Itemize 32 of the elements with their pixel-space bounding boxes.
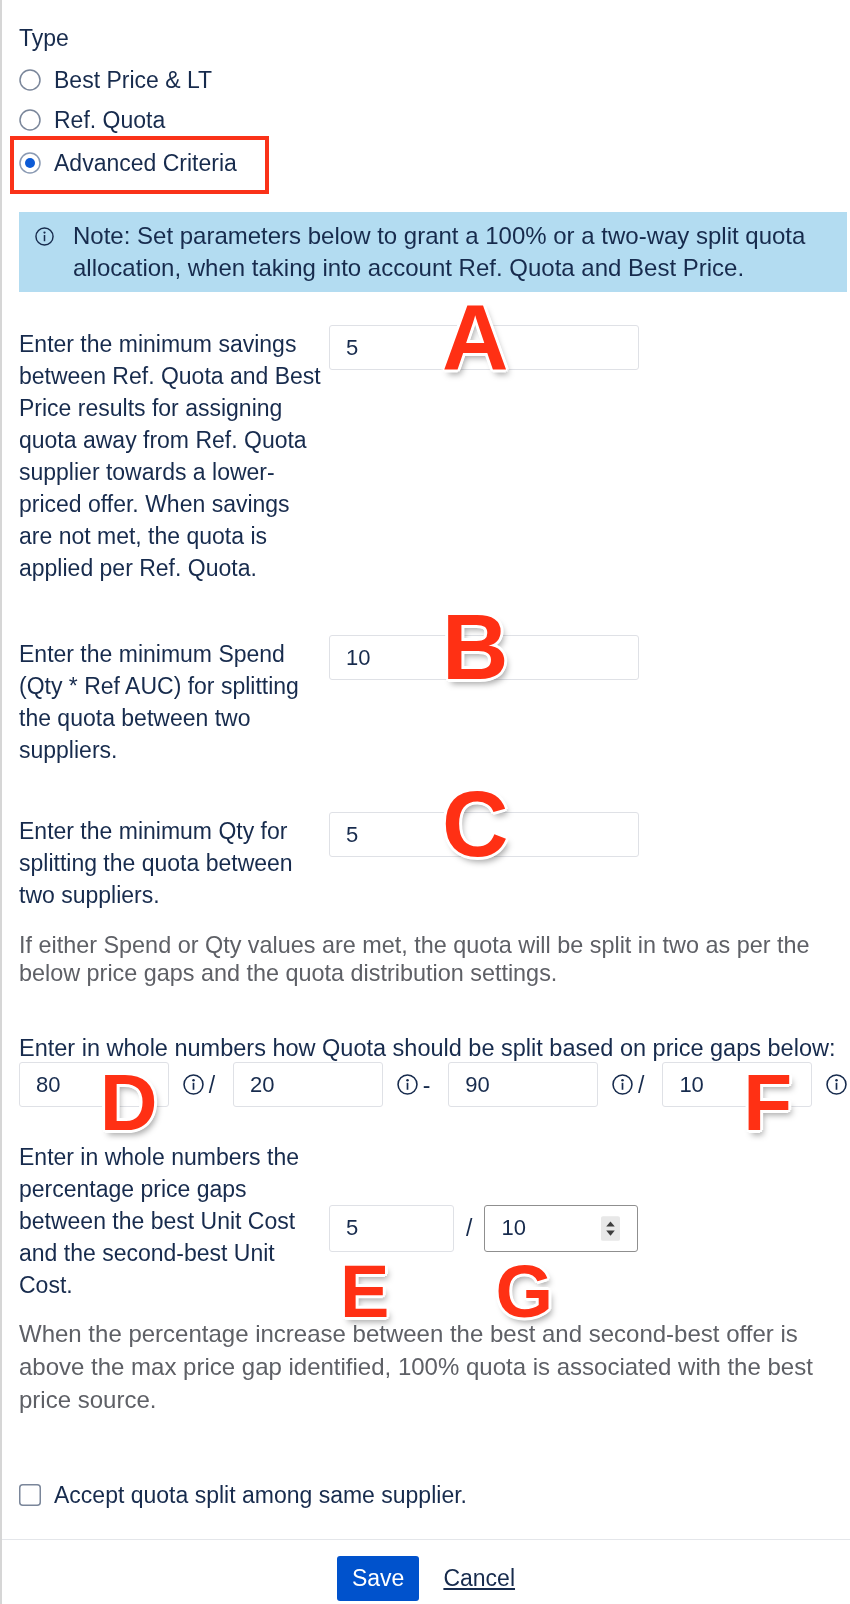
checkbox-label[interactable]: Accept quota split among same supplier. — [54, 1479, 467, 1511]
group-label: Type — [19, 24, 70, 53]
number-field[interactable]: 20 — [233, 1062, 383, 1107]
note-text: Note: Set parameters below to grant a 100% or a two-way split quota allocation, when taking into account Ref. Quota and Best Price. — [73, 221, 807, 283]
number-field[interactable]: 10 — [484, 1204, 639, 1252]
field-label: Enter the minimum Spend (Qty * Ref AUC) for splitting the quota between two suppliers. — [19, 640, 300, 765]
radio-button[interactable] — [19, 69, 41, 91]
info-icon[interactable] — [182, 1074, 204, 1095]
field-label: Enter in whole numbers how Quota should be split based on price gaps below: — [19, 1034, 837, 1062]
separator: / — [638, 1070, 645, 1100]
field-label: Enter the minimum savings between Ref. Quota and Best Price results for assigning quota away from Ref. Quota supplier towards a lower-priced offer. When savings are not met, the quota is applied per Ref. Quota. — [19, 330, 322, 583]
checkbox[interactable] — [19, 1484, 41, 1506]
field-label: Enter in whole numbers the percentage price gaps between the best Unit Cost and the second-best Unit Cost. — [19, 1143, 300, 1300]
info-icon — [35, 227, 54, 246]
number-field[interactable]: 90 — [448, 1062, 598, 1107]
cancel-link[interactable]: Cancel — [443, 1565, 515, 1592]
option-label[interactable]: Ref. Quota — [54, 104, 166, 136]
field-label: Enter the minimum Qty for splitting the quota between two suppliers. — [19, 817, 294, 910]
radio-button[interactable] — [19, 109, 41, 131]
number-field[interactable]: 5 — [329, 1204, 454, 1252]
help-text: If either Spend or Qty values are met, the quota will be split in two as per the below price gaps and the quota distribution settings. — [19, 931, 811, 987]
info-icon[interactable] — [396, 1074, 418, 1095]
info-icon[interactable] — [826, 1074, 847, 1095]
separator: - — [422, 1070, 431, 1100]
save-button[interactable]: Save — [336, 1556, 420, 1601]
option-label[interactable]: Advanced Criteria — [54, 147, 237, 179]
spinner-icon[interactable] — [601, 1215, 621, 1241]
separator: / — [208, 1070, 216, 1100]
info-icon[interactable] — [612, 1074, 633, 1095]
separator: / — [466, 1214, 473, 1243]
radio-button[interactable] — [19, 152, 41, 174]
option-label[interactable]: Best Price & LT — [54, 64, 213, 96]
